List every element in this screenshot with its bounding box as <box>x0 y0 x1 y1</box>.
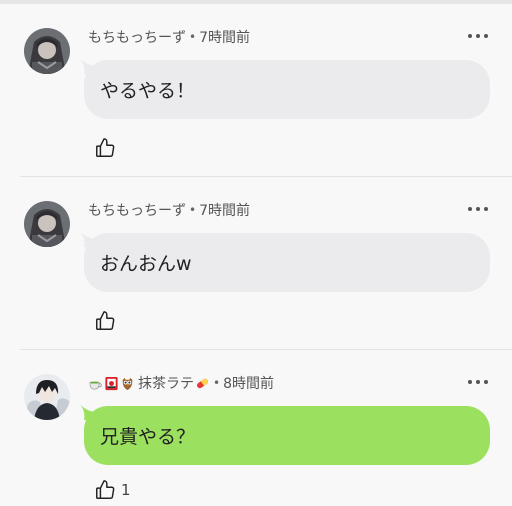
dot-icon <box>468 34 472 38</box>
author-badges <box>88 376 135 391</box>
avatar[interactable] <box>24 374 70 420</box>
comment-text: おんおんw <box>100 253 192 275</box>
like-button[interactable]: 1 <box>94 478 131 502</box>
comment-item: もちもっちーず • 7時間前 おんおんw <box>0 177 512 350</box>
timestamp: 8時間前 <box>223 376 274 392</box>
owl-icon <box>122 377 133 390</box>
comment-meta: もちもっちーず • 7時間前 <box>88 26 250 48</box>
thumbs-up-icon <box>96 480 115 499</box>
meta-separator: • <box>189 30 197 44</box>
comment-text: やるやる！ <box>100 80 196 102</box>
timestamp: 7時間前 <box>199 30 250 46</box>
comment-text: 兄貴やる？ <box>100 426 196 448</box>
dot-icon <box>476 380 480 384</box>
thumbs-up-icon <box>96 311 115 330</box>
timestamp: 7時間前 <box>199 203 250 219</box>
like-button[interactable] <box>94 136 121 160</box>
comment-item: もちもっちーず • 7時間前 やるやる！ <box>0 4 512 177</box>
dot-icon <box>468 380 472 384</box>
more-options-button[interactable] <box>468 372 488 392</box>
like-button[interactable] <box>94 309 121 333</box>
more-options-button[interactable] <box>468 26 488 46</box>
thumbs-up-icon <box>96 138 115 157</box>
comment-bubble: おんおんw <box>84 233 490 292</box>
avatar[interactable] <box>24 201 70 247</box>
author-name[interactable]: もちもっちーず <box>88 200 186 220</box>
dot-icon <box>476 34 480 38</box>
dot-icon <box>484 380 488 384</box>
meta-separator: • <box>189 203 197 217</box>
dot-icon <box>468 207 472 211</box>
author-name[interactable]: 抹茶ラテ <box>138 373 194 393</box>
dot-icon <box>484 207 488 211</box>
comment-bubble: 兄貴やる？ <box>84 406 490 465</box>
comment-bubble: やるやる！ <box>84 60 490 119</box>
dot-icon <box>476 207 480 211</box>
more-options-button[interactable] <box>468 199 488 219</box>
meta-separator: • <box>213 376 221 390</box>
author-name[interactable]: もちもっちーず <box>88 27 186 47</box>
pill-icon <box>196 378 209 388</box>
flower-card-icon <box>105 376 118 390</box>
like-count: 1 <box>121 481 131 499</box>
dot-icon <box>484 34 488 38</box>
avatar[interactable] <box>24 28 70 74</box>
comment-meta: もちもっちーず • 7時間前 <box>88 199 250 221</box>
comment-item: 抹茶ラテ • 8時間前 兄貴やる？ 1 <box>0 350 512 506</box>
comment-meta: 抹茶ラテ • 8時間前 <box>88 372 274 394</box>
tea-icon <box>89 381 102 390</box>
